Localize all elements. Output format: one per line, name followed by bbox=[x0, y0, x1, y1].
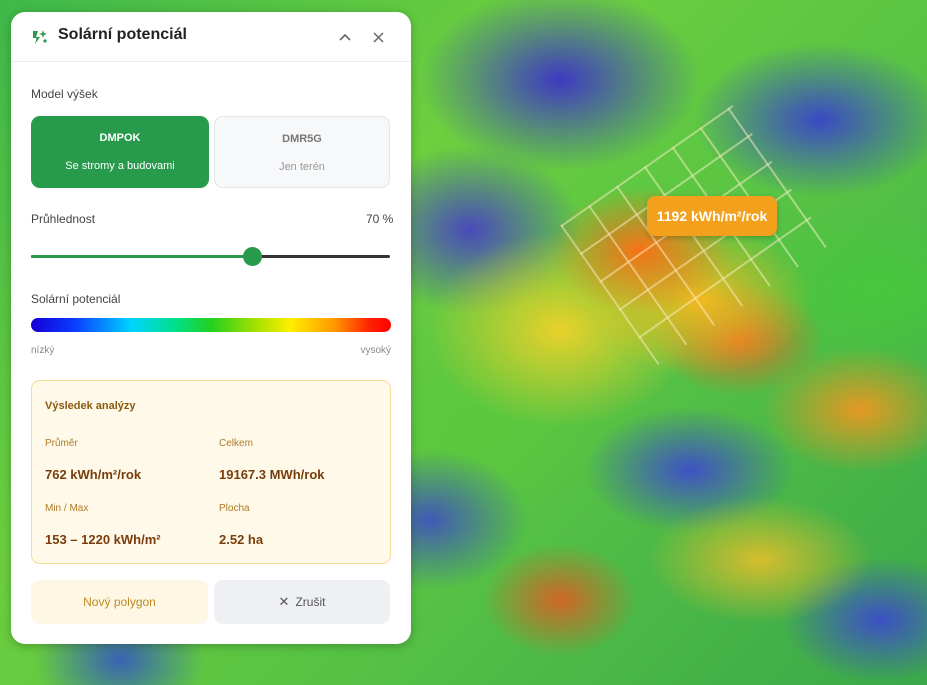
average-value: 762 kWh/m²/rok bbox=[45, 467, 142, 482]
average-label: Průměr bbox=[45, 438, 78, 449]
model-code: DMR5G bbox=[282, 133, 322, 145]
collapse-button[interactable] bbox=[334, 26, 356, 48]
area-value: 2.52 ha bbox=[219, 532, 264, 547]
model-description: Jen terén bbox=[279, 161, 325, 173]
minmax-label: Min / Max bbox=[45, 503, 89, 514]
close-icon: ✕ bbox=[278, 594, 290, 609]
opacity-slider-thumb[interactable] bbox=[243, 247, 262, 266]
model-dmr5g-button[interactable]: DMR5G Jen terén bbox=[214, 116, 390, 188]
chevron-up-icon bbox=[339, 33, 351, 41]
total-value: 19167.3 MWh/rok bbox=[219, 467, 325, 482]
opacity-slider-fill bbox=[31, 255, 252, 258]
opacity-slider[interactable] bbox=[31, 247, 390, 266]
height-model-label: Model výšek bbox=[31, 87, 98, 101]
legend-high-label: vysoký bbox=[360, 345, 391, 356]
total-label: Celkem bbox=[219, 438, 253, 449]
legend-low-label: nízký bbox=[31, 345, 55, 356]
solar-sparkle-icon bbox=[31, 28, 49, 46]
area-label: Plocha bbox=[219, 503, 250, 514]
panel-title: Solární potenciál bbox=[58, 26, 187, 43]
model-description: Se stromy a budovami bbox=[65, 160, 175, 172]
model-code: DMPOK bbox=[99, 132, 141, 144]
cancel-label: Zrušit bbox=[295, 595, 326, 609]
opacity-label: Průhlednost bbox=[31, 212, 96, 226]
cancel-button[interactable]: ✕ Zrušit bbox=[214, 580, 390, 624]
model-dmpok-button[interactable]: DMPOK Se stromy a budovami bbox=[31, 116, 209, 188]
minmax-value: 153 – 1220 kWh/m² bbox=[45, 532, 161, 547]
panel-header: Solární potenciál bbox=[11, 12, 411, 62]
map-value-tooltip: 1192 kWh/m²/rok bbox=[647, 196, 777, 236]
new-polygon-button[interactable]: Nový polygon bbox=[31, 580, 208, 624]
close-button[interactable] bbox=[367, 26, 389, 48]
opacity-value: 70 % bbox=[366, 212, 394, 226]
analysis-result-box: Výsledek analýzy Průměr 762 kWh/m²/rok C… bbox=[31, 380, 391, 564]
result-title: Výsledek analýzy bbox=[45, 400, 136, 412]
legend-label: Solární potenciál bbox=[31, 292, 121, 306]
new-polygon-label: Nový polygon bbox=[83, 595, 156, 609]
solar-color-scale bbox=[31, 318, 391, 332]
close-icon bbox=[372, 31, 384, 43]
solar-potential-panel: Solární potenciál Model výšek DMPOK Se s… bbox=[11, 12, 411, 644]
